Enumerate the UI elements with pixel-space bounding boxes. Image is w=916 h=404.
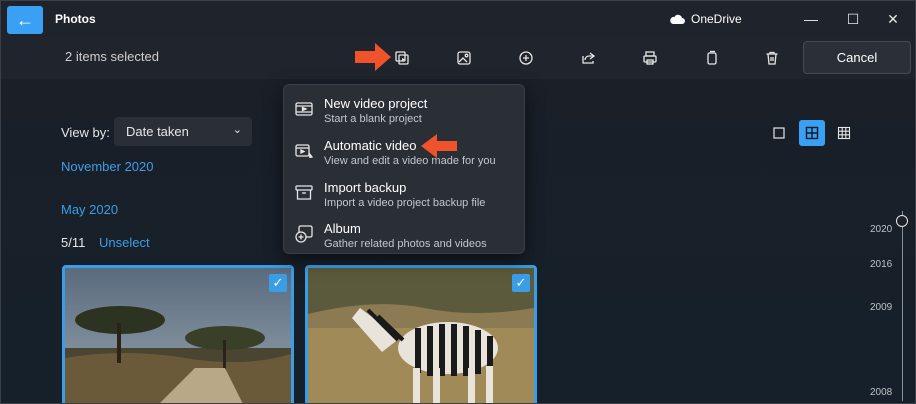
back-arrow-icon: ← [16, 9, 34, 30]
menu-item-subtitle: Import a video project backup file [324, 197, 486, 209]
archive-icon [295, 185, 313, 200]
menu-item-album[interactable]: Album Gather related photos and videos [284, 214, 524, 254]
onedrive-label: OneDrive [691, 12, 742, 26]
timeline-year[interactable]: 2009 [870, 302, 892, 313]
section-may-2020[interactable]: May 2020 [61, 202, 118, 217]
timeline-year[interactable]: 2020 [870, 224, 892, 235]
album-icon [295, 225, 313, 243]
menu-item-import-backup[interactable]: Import backup Import a video project bac… [284, 173, 524, 213]
chevron-down-icon: ⌄ [232, 124, 242, 136]
minimize-button[interactable]: — [797, 7, 825, 31]
menu-item-title: Album [324, 221, 361, 236]
delete-icon[interactable] [759, 45, 785, 71]
selection-count: 2 items selected [65, 49, 159, 64]
zebra-photo [308, 268, 534, 403]
app-title: Photos [55, 12, 96, 26]
selection-fraction: 5/11 [61, 235, 86, 250]
unselect-link[interactable]: Unselect [99, 235, 150, 250]
timeline-year[interactable]: 2016 [870, 259, 892, 270]
create-menu: New video project Start a blank project … [283, 84, 525, 254]
annotation-arrow-icon [421, 134, 457, 158]
selected-checkbox[interactable]: ✓ [512, 274, 530, 292]
view-by-dropdown[interactable]: Date taken ⌄ [114, 117, 252, 146]
menu-item-automatic-video[interactable]: Automatic video View and edit a video ma… [284, 131, 524, 171]
annotation-arrow-icon [355, 43, 391, 71]
menu-item-title: New video project [324, 96, 428, 111]
view-by-value: Date taken [126, 124, 189, 139]
section-november-2020[interactable]: November 2020 [61, 159, 154, 174]
close-button[interactable]: ✕ [879, 7, 907, 31]
photo-thumbnail[interactable]: ✓ [62, 265, 294, 403]
menu-item-subtitle: Start a blank project [324, 113, 422, 125]
menu-item-title: Import backup [324, 180, 407, 195]
share-icon[interactable] [575, 45, 601, 71]
film-icon [295, 102, 313, 116]
print-icon[interactable] [637, 45, 663, 71]
grid-view-icon[interactable] [799, 120, 825, 146]
dense-grid-view-icon[interactable] [831, 120, 857, 146]
menu-item-title: Automatic video [324, 138, 417, 153]
selected-checkbox[interactable]: ✓ [269, 274, 287, 292]
command-bar: 2 items selected Cancel [1, 37, 915, 79]
copy-icon[interactable] [699, 45, 725, 71]
photos-window: ← Photos OneDrive — ☐ ✕ 2 items selected [0, 0, 916, 404]
auto-video-icon [295, 144, 314, 159]
title-bar: ← Photos OneDrive — ☐ ✕ [1, 1, 915, 37]
cloud-icon [670, 14, 685, 24]
view-by-label: View by: [61, 125, 110, 140]
maximize-button[interactable]: ☐ [839, 7, 867, 31]
timeline-scrollbar[interactable] [902, 211, 903, 401]
savanna-photo [65, 268, 291, 403]
timeline-year[interactable]: 2008 [870, 387, 892, 398]
cancel-button[interactable]: Cancel [803, 41, 911, 74]
onedrive-status[interactable]: OneDrive [669, 12, 742, 26]
timeline-thumb[interactable] [896, 215, 908, 227]
back-button[interactable]: ← [7, 6, 43, 34]
menu-item-subtitle: View and edit a video made for you [324, 155, 496, 167]
photo-thumbnail[interactable]: ✓ [305, 265, 537, 403]
edit-image-icon[interactable] [451, 45, 477, 71]
menu-item-new-video-project[interactable]: New video project Start a blank project [284, 89, 524, 129]
single-view-icon[interactable] [766, 120, 792, 146]
add-icon[interactable] [513, 45, 539, 71]
menu-item-subtitle: Gather related photos and videos [324, 238, 487, 250]
